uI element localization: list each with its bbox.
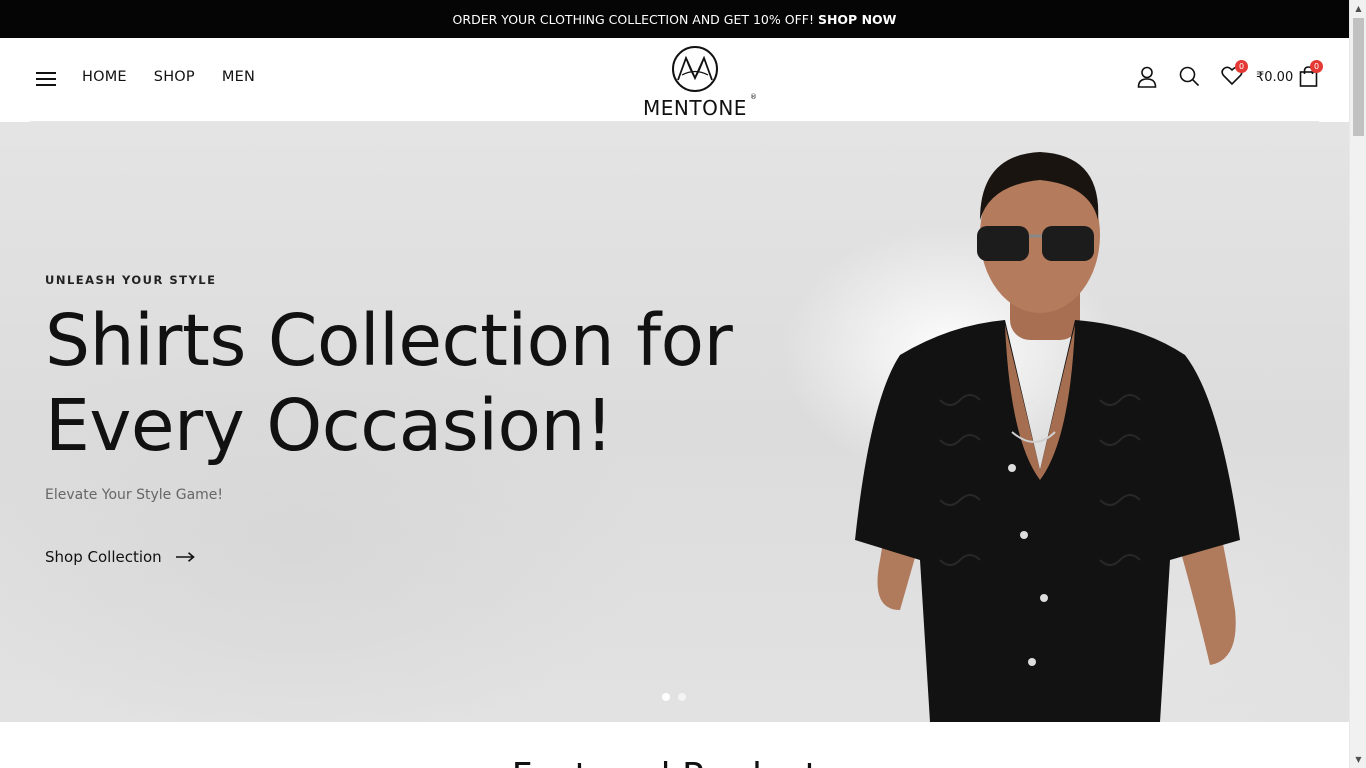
cart-count-badge: 0 <box>1310 60 1323 73</box>
featured-heading: Featured Products <box>0 756 1349 768</box>
cart-total[interactable]: ₹0.00 <box>1256 70 1293 85</box>
scrollbar-thumb[interactable] <box>1353 18 1364 136</box>
main-nav: HOME SHOP MEN <box>82 69 282 85</box>
page: ORDER YOUR CLOTHING COLLECTION AND GET 1… <box>0 0 1349 768</box>
user-icon[interactable] <box>1137 66 1157 92</box>
hero-headline: Shirts Collection for Every Occasion! <box>45 298 765 468</box>
slider-dot-2[interactable] <box>678 693 686 701</box>
slider-dots <box>662 693 686 701</box>
hero-model-image <box>855 152 1240 722</box>
shop-collection-label: Shop Collection <box>45 548 162 566</box>
nav-item-home[interactable]: HOME <box>82 69 127 85</box>
site-header: HOME SHOP MEN MENTONE ® 0 ₹0.00 0 <box>0 38 1349 122</box>
arrow-right-icon <box>175 552 195 562</box>
page-scrollbar[interactable]: ▲ ▼ <box>1349 0 1366 768</box>
search-icon[interactable] <box>1179 66 1200 91</box>
hero-subtitle: Elevate Your Style Game! <box>45 487 224 503</box>
shop-collection-link[interactable]: Shop Collection <box>45 548 195 566</box>
registered-mark: ® <box>750 93 757 101</box>
scroll-down-arrow-icon[interactable]: ▼ <box>1350 751 1366 768</box>
nav-item-men[interactable]: MEN <box>222 69 255 85</box>
header-icons: 0 ₹0.00 0 <box>1129 60 1323 92</box>
slider-dot-1[interactable] <box>662 693 670 701</box>
nav-item-shop[interactable]: SHOP <box>154 69 195 85</box>
wishlist-count-badge: 0 <box>1235 60 1248 73</box>
hero-eyebrow: UNLEASH YOUR STYLE <box>45 273 217 287</box>
hamburger-menu-icon[interactable] <box>36 71 56 87</box>
announcement-text: ORDER YOUR CLOTHING COLLECTION AND GET 1… <box>452 11 814 27</box>
hero-headline-line2: Every Occasion! <box>45 384 613 467</box>
hero-slider: UNLEASH YOUR STYLE Shirts Collection for… <box>0 122 1349 722</box>
wishlist-button[interactable]: 0 <box>1221 60 1248 90</box>
featured-section: Featured Products <box>0 722 1349 768</box>
brand-logo[interactable]: MENTONE ® <box>633 44 757 120</box>
announcement-shop-now-link[interactable]: SHOP NOW <box>818 12 896 27</box>
brand-wordmark: MENTONE <box>643 96 747 120</box>
logo-mark-icon <box>672 46 718 92</box>
cart-button[interactable]: 0 <box>1299 60 1323 91</box>
announcement-bar: ORDER YOUR CLOTHING COLLECTION AND GET 1… <box>0 0 1349 38</box>
scroll-up-arrow-icon[interactable]: ▲ <box>1350 0 1366 17</box>
hero-headline-line1: Shirts Collection for <box>45 299 733 382</box>
